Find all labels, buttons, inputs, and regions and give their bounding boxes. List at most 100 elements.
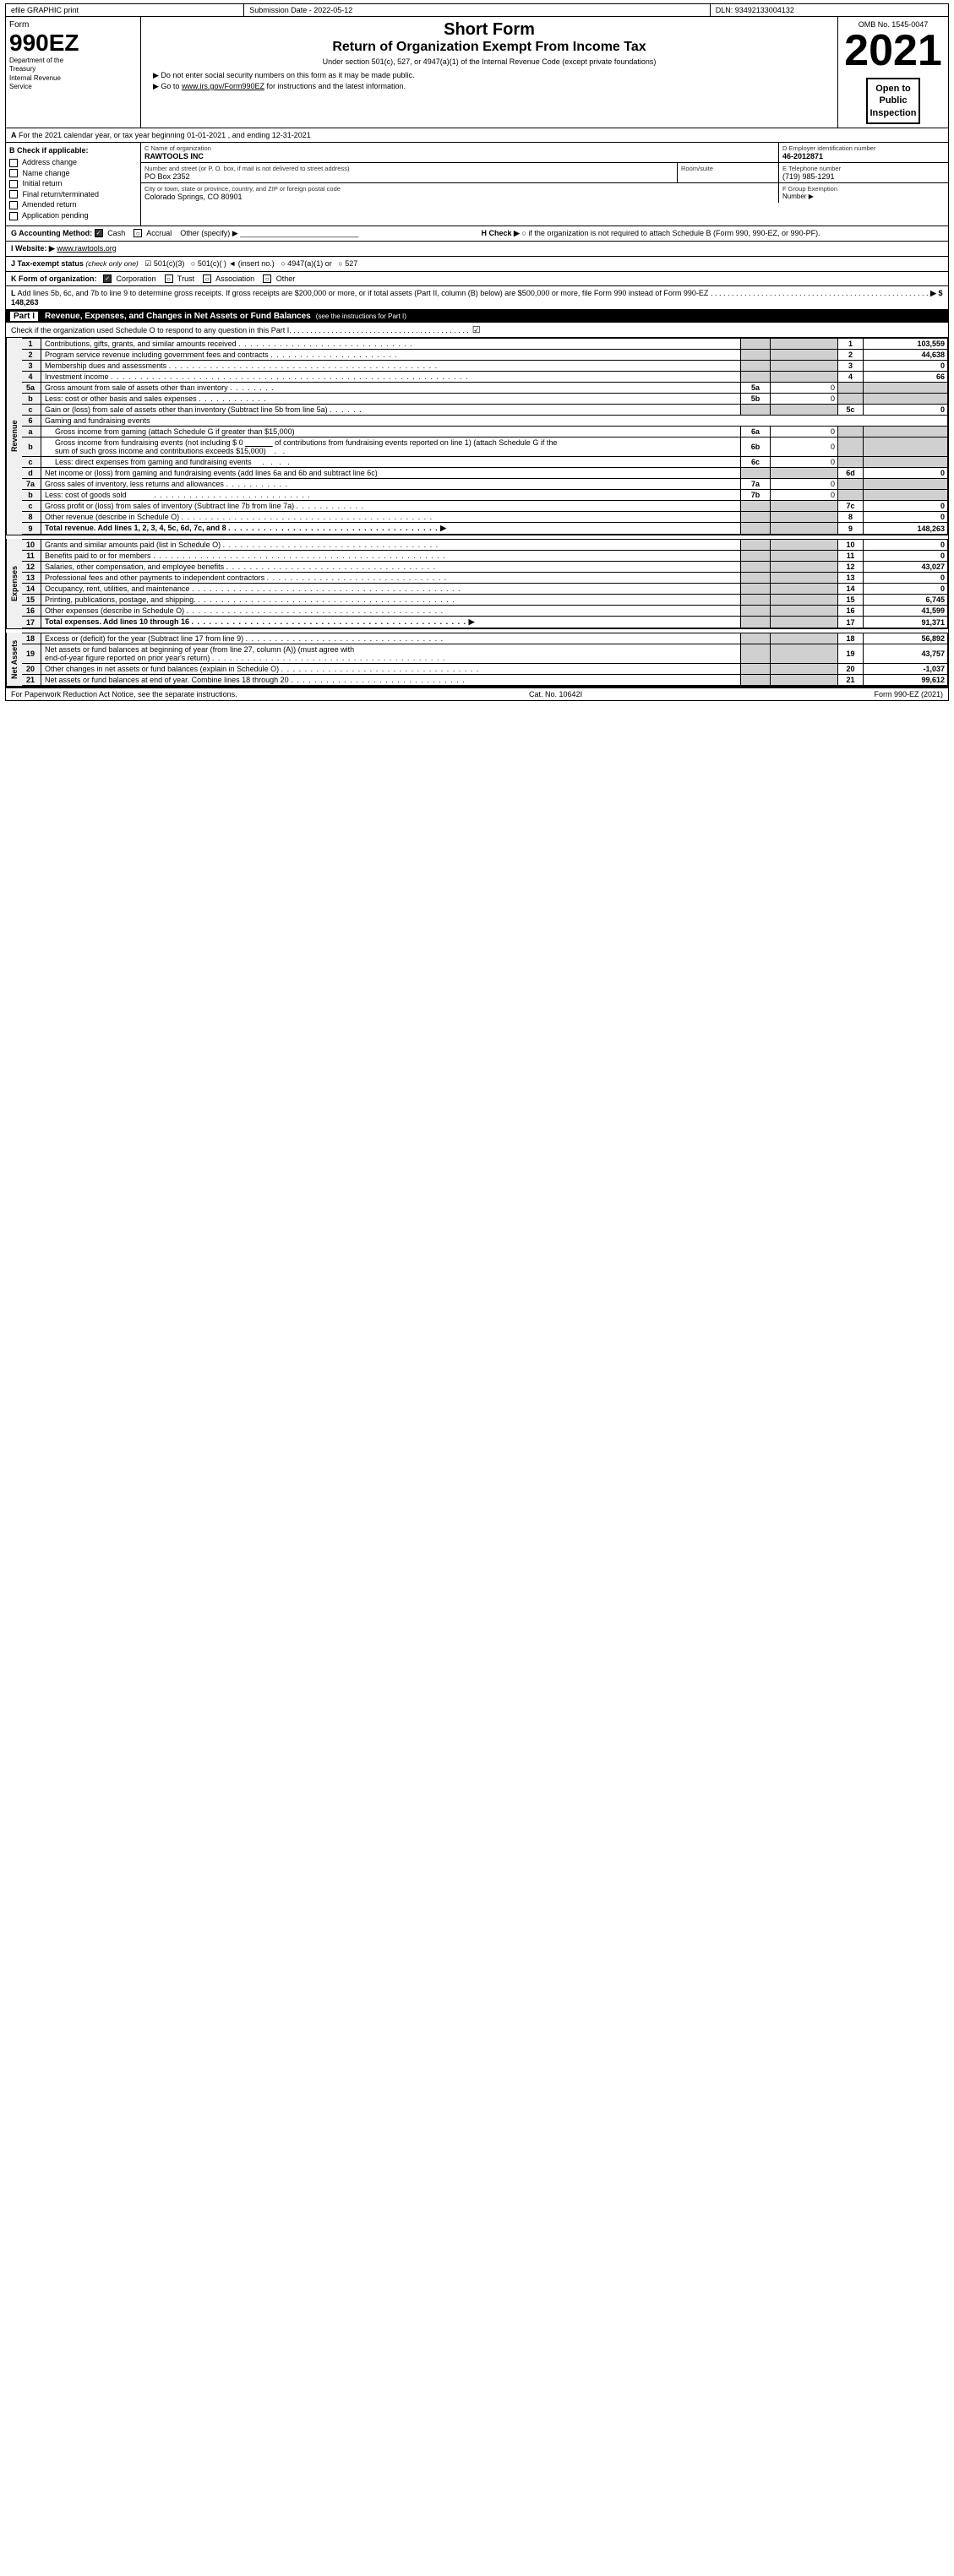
city-label: City or town, state or province, country… [144, 185, 775, 193]
assoc-checkbox[interactable]: ○ [203, 274, 211, 283]
line-num-7a: 7a [20, 479, 41, 490]
line-num-19: 19 [20, 644, 41, 664]
right-num-1: 1 [838, 339, 864, 350]
table-row: 9 Total revenue. Add lines 1, 2, 3, 4, 5… [20, 523, 948, 535]
address-value: PO Box 2352 [144, 172, 673, 181]
line-num-12: 12 [20, 562, 41, 573]
amount-6d: 0 [864, 468, 948, 479]
amount-4: 66 [864, 372, 948, 383]
amount-1: 103,559 [864, 339, 948, 350]
amount-2: 44,638 [864, 350, 948, 361]
right-num-10: 10 [838, 540, 864, 551]
line-num-10: 10 [20, 540, 41, 551]
right-num-9: 9 [838, 523, 864, 535]
accounting-left: G Accounting Method: ✓ Cash ○ Accrual Ot… [11, 229, 473, 238]
corp-checkbox[interactable]: ✓ [103, 274, 112, 283]
application-pending-checkbox[interactable] [9, 212, 18, 220]
table-row: 17 Total expenses. Add lines 10 through … [20, 617, 948, 628]
table-row: 8 Other revenue (describe in Schedule O)… [20, 512, 948, 523]
line-num-20: 20 [20, 664, 41, 675]
line-num-13: 13 [20, 573, 41, 584]
l-label: L [11, 289, 16, 297]
bullet2: ▶ Go to www.irs.gov/Form990EZ for instru… [144, 82, 834, 91]
name-change-row: Name change [9, 169, 137, 178]
net-assets-table-content: 18 Excess or (deficit) for the year (Sub… [19, 633, 948, 686]
footer-form-ref: Form 990-EZ (2021) [874, 690, 943, 698]
amount-17: 91,371 [864, 617, 948, 628]
right-num-15: 15 [838, 595, 864, 606]
expenses-side-label: Expenses [6, 539, 19, 628]
amount-3: 0 [864, 361, 948, 372]
table-row: 13 Professional fees and other payments … [20, 573, 948, 584]
sub-amt-7a: 0 [771, 479, 838, 490]
final-return-row: Final return/terminated [9, 190, 137, 199]
return-title: Return of Organization Exempt From Incom… [144, 40, 834, 55]
final-return-checkbox[interactable] [9, 190, 18, 198]
line-num-16: 16 [20, 606, 41, 617]
line-num-7c: c [20, 501, 41, 512]
amount-21: 99,612 [864, 675, 948, 686]
assoc-label: Association [215, 274, 254, 283]
line-num-5b: b [20, 394, 41, 405]
line-num-5c: c [20, 405, 41, 416]
other-line: ____________________________ [240, 229, 358, 237]
desc-7c: Gross profit or (loss) from sales of inv… [41, 501, 741, 512]
initial-return-checkbox[interactable] [9, 180, 18, 188]
amount-5c: 0 [864, 405, 948, 416]
room-label: Room/suite [681, 165, 775, 172]
desc-11: Benefits paid to or for members . . . . … [41, 551, 741, 562]
ein-cell: D Employer identification number 46-2012… [779, 143, 948, 162]
line-num-6d: d [20, 468, 41, 479]
desc-5b: Less: cost or other basis and sales expe… [41, 394, 741, 405]
footer: For Paperwork Reduction Act Notice, see … [5, 687, 949, 701]
form-org-section: K Form of organization: ✓ Corporation ○ … [5, 272, 949, 287]
accrual-checkbox[interactable]: ○ [134, 229, 142, 237]
irs-link[interactable]: www.irs.gov/Form990EZ [182, 82, 264, 90]
phone-value: (719) 985-1291 [782, 172, 945, 181]
status-501c3: ☑ 501(c)(3) [144, 259, 184, 268]
line-num-2: 2 [20, 350, 41, 361]
check-line-box[interactable]: ☑ [472, 324, 481, 335]
part-i-check-line: Check if the organization used Schedule … [5, 323, 949, 338]
name-change-checkbox[interactable] [9, 169, 18, 177]
right-num-19: 19 [838, 644, 864, 664]
desc-6: Gaming and fundraising events [41, 416, 948, 427]
address-change-checkbox[interactable] [9, 159, 18, 167]
table-row: 2 Program service revenue including gove… [20, 350, 948, 361]
desc-5c: Gain or (loss) from sale of assets other… [41, 405, 741, 416]
table-row: b Less: cost or other basis and sales ex… [20, 394, 948, 405]
desc-18: Excess or (deficit) for the year (Subtra… [41, 633, 741, 644]
line-num-15: 15 [20, 595, 41, 606]
revenue-table: 1 Contributions, gifts, grants, and simi… [19, 338, 948, 535]
desc-1: Contributions, gifts, grants, and simila… [41, 339, 741, 350]
other-label: Other (specify) ▶ [180, 229, 237, 237]
amended-return-label: Amended return [22, 200, 77, 209]
l-amount: 148,263 [11, 298, 39, 307]
k-label: K Form of organization: [11, 274, 97, 283]
right-num-17: 17 [838, 617, 864, 628]
name-change-label: Name change [23, 169, 70, 177]
other-org-checkbox[interactable]: ○ [263, 274, 271, 283]
table-row: 21 Net assets or fund balances at end of… [20, 675, 948, 686]
org-name: RAWTOOLS INC [144, 152, 775, 160]
cash-checkbox[interactable]: ✓ [95, 229, 103, 237]
check-line-dots: . . . . . . . . . . . . . . . . . . . . … [289, 326, 469, 334]
amended-return-checkbox[interactable] [9, 201, 18, 209]
f-label: F Group Exemption [782, 185, 945, 193]
table-row: 18 Excess or (deficit) for the year (Sub… [20, 633, 948, 644]
desc-4: Investment income . . . . . . . . . . . … [41, 372, 741, 383]
amount-20: -1,037 [864, 664, 948, 675]
line-num-14: 14 [20, 584, 41, 595]
address-change-label: Address change [22, 158, 77, 166]
sub-amt-6a: 0 [771, 427, 838, 437]
line-num-6c: c [20, 457, 41, 468]
table-row: 10 Grants and similar amounts paid (list… [20, 540, 948, 551]
right-num-5c: 5c [838, 405, 864, 416]
website-url[interactable]: www.rawtools.org [57, 244, 117, 253]
org-name-cell: C Name of organization RAWTOOLS INC [141, 143, 779, 162]
section-a: A For the 2021 calendar year, or tax yea… [5, 128, 949, 143]
trust-checkbox[interactable]: ○ [165, 274, 173, 283]
right-num-16: 16 [838, 606, 864, 617]
line-num-8: 8 [20, 512, 41, 523]
revenue-table-content: 1 Contributions, gifts, grants, and simi… [19, 338, 948, 535]
